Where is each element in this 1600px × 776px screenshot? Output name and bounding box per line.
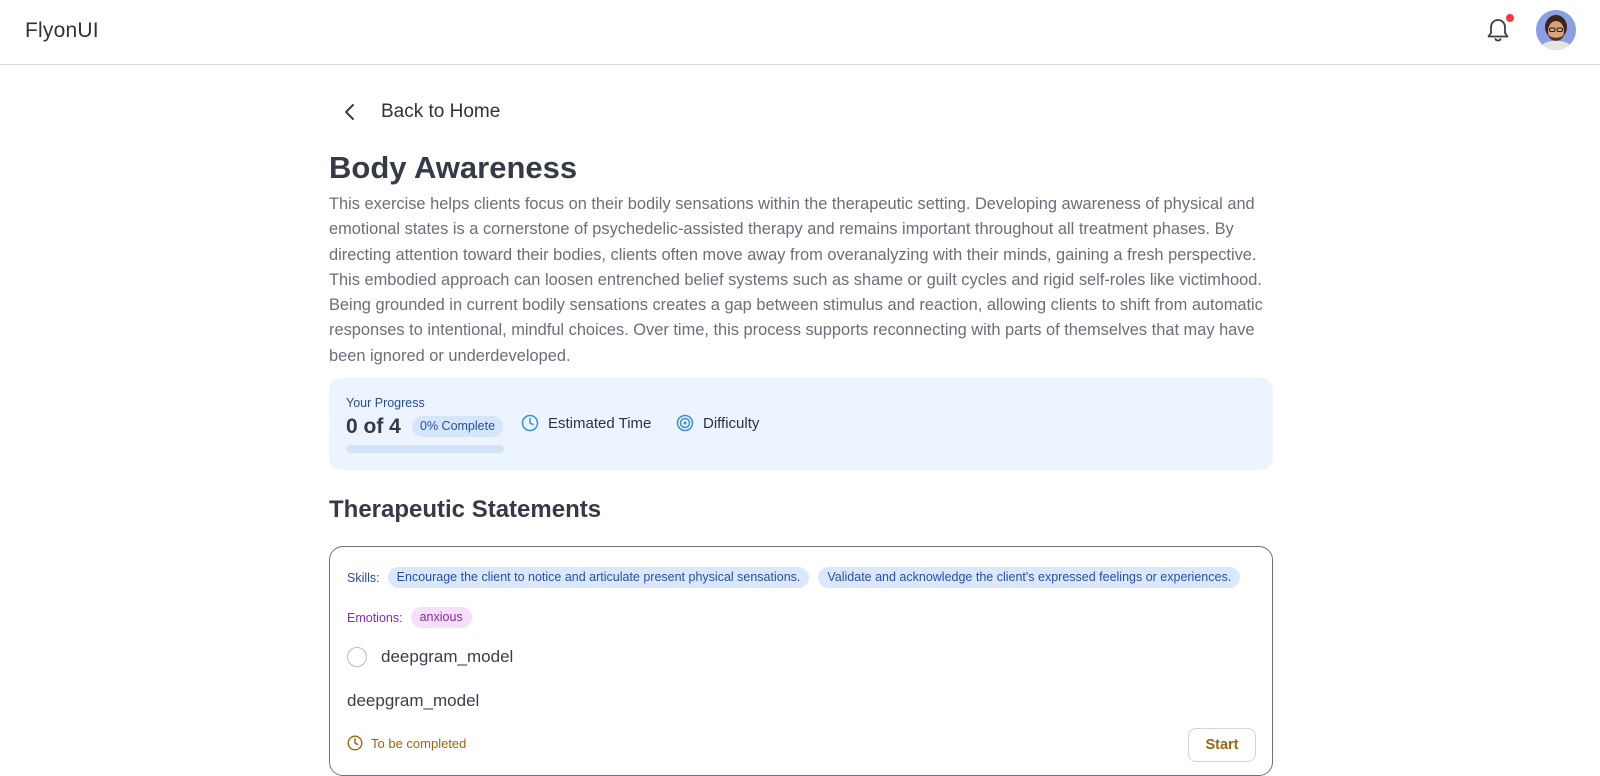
radio-button[interactable] [347, 647, 367, 667]
notification-dot [1506, 14, 1514, 22]
top-navbar: FlyonUI [0, 0, 1600, 65]
back-link-label: Back to Home [381, 101, 501, 122]
skill-chip: Encourage the client to notice and artic… [387, 567, 810, 588]
exercise-description: This exercise helps clients focus on the… [329, 195, 1263, 365]
section-title: Therapeutic Statements [329, 496, 602, 523]
model-option[interactable]: deepgram_model [347, 647, 513, 667]
progress-percent-badge: 0% Complete [412, 416, 504, 437]
emotions-label: Emotions: [347, 610, 403, 625]
statement-text: deepgram_model [347, 691, 480, 710]
statement-card: Skills: Encourage the client to notice a… [329, 546, 1273, 776]
estimated-time-label: Estimated Time [548, 414, 652, 432]
progress-count: 0 of 4 [346, 415, 401, 438]
skills-label: Skills: [347, 570, 380, 585]
brand-logo[interactable]: FlyonUI [25, 19, 99, 43]
page-title: Body Awareness [329, 150, 578, 185]
difficulty-label: Difficulty [703, 414, 760, 432]
model-option-label: deepgram_model [381, 647, 514, 666]
avatar[interactable] [1536, 10, 1576, 50]
estimated-time: Estimated Time [521, 414, 651, 432]
clock-icon [347, 735, 363, 751]
emotion-chip: anxious [410, 607, 472, 628]
skill-chip: Validate and acknowledge the client's ex… [818, 567, 1241, 588]
status-label: To be completed [371, 735, 467, 751]
progress-card: Your Progress 0 of 4 0% Complete Estimat… [329, 378, 1273, 470]
progress-label: Your Progress [346, 396, 425, 410]
emotions-row: Emotions: anxious [347, 607, 481, 628]
clock-icon [521, 414, 539, 432]
difficulty: Difficulty [676, 414, 759, 432]
start-button[interactable]: Start [1188, 728, 1256, 762]
chevron-left-icon [345, 104, 354, 120]
status-indicator: To be completed [347, 735, 466, 751]
back-to-home-link[interactable]: Back to Home [340, 95, 500, 129]
progress-bar [346, 445, 504, 453]
skills-row: Skills: Encourage the client to notice a… [347, 567, 1249, 588]
target-icon [676, 414, 694, 432]
